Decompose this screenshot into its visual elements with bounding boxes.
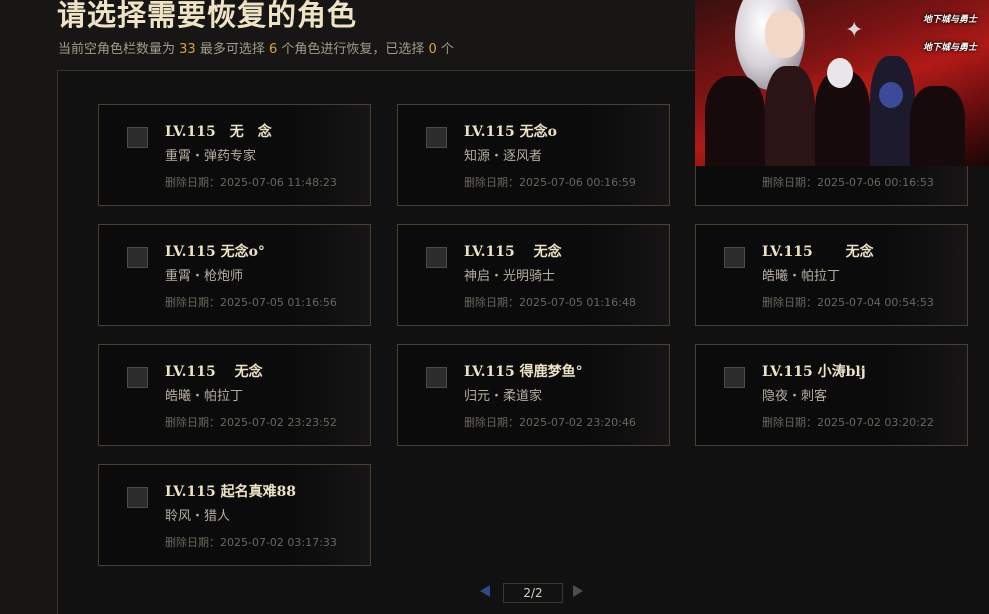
banner-figure <box>765 66 815 166</box>
character-card[interactable]: LV.115 起名真难88 聆风・猎人 删除日期：2025-07-02 03:1… <box>98 464 371 566</box>
select-checkbox[interactable] <box>426 247 447 268</box>
select-checkbox[interactable] <box>127 367 148 388</box>
character-name: LV.115 无 念 <box>165 124 272 140</box>
character-job: 重霄・枪炮师 <box>165 269 244 284</box>
summary-mid-2: 个角色进行恢复，已选择 <box>277 42 429 57</box>
character-job: 皓曦・帕拉丁 <box>762 269 841 284</box>
character-name: LV.115 无念 <box>165 364 263 380</box>
character-card[interactable]: LV.115 无念o 知源・逐风者 删除日期：2025-07-06 00:16:… <box>397 104 670 206</box>
character-card[interactable]: LV.115 小涛blj 隐夜・刺客 删除日期：2025-07-02 03:20… <box>695 344 968 446</box>
character-name: LV.115 得鹿梦鱼° <box>464 364 583 380</box>
select-checkbox[interactable] <box>127 247 148 268</box>
select-checkbox[interactable] <box>724 367 745 388</box>
banner-figure <box>910 86 965 166</box>
character-card[interactable]: LV.115 无念 神启・光明骑士 删除日期：2025-07-05 01:16:… <box>397 224 670 326</box>
select-checkbox[interactable] <box>426 367 447 388</box>
character-job: 知源・逐风者 <box>464 149 543 164</box>
banner-figure-head <box>879 82 903 108</box>
character-card[interactable]: LV.115 无 念 重霄・弹药专家 删除日期：2025-07-06 11:48… <box>98 104 371 206</box>
slot-summary: 当前空角色栏数量为 33 最多可选择 6 个角色进行恢复，已选择 0 个 <box>58 38 454 57</box>
page-indicator: 2/2 <box>503 583 563 603</box>
select-checkbox[interactable] <box>426 127 447 148</box>
delete-date: 删除日期：2025-07-05 01:16:48 <box>464 296 636 309</box>
delete-date: 删除日期：2025-07-06 00:16:53 <box>762 176 934 189</box>
character-job: 隐夜・刺客 <box>762 389 828 404</box>
delete-date: 删除日期：2025-07-02 23:23:52 <box>165 416 337 429</box>
select-checkbox[interactable] <box>127 127 148 148</box>
arrow-right-icon[interactable] <box>573 585 583 597</box>
delete-date: 删除日期：2025-07-04 00:54:53 <box>762 296 934 309</box>
character-name: LV.115 无念o° <box>165 244 265 260</box>
delete-date: 删除日期：2025-07-02 03:17:33 <box>165 536 337 549</box>
banner-character-face <box>765 10 803 58</box>
banner-figure <box>705 76 765 166</box>
selected-count: 0 <box>428 42 437 57</box>
character-job: 归元・柔道家 <box>464 389 543 404</box>
character-card[interactable]: LV.115 无念o° 重霄・枪炮师 删除日期：2025-07-05 01:16… <box>98 224 371 326</box>
select-checkbox[interactable] <box>724 247 745 268</box>
character-job: 皓曦・帕拉丁 <box>165 389 244 404</box>
summary-suffix: 个 <box>436 42 454 57</box>
delete-date: 删除日期：2025-07-06 00:16:59 <box>464 176 636 189</box>
banner-figure-head <box>827 58 853 88</box>
delete-date: 删除日期：2025-07-02 23:20:46 <box>464 416 636 429</box>
summary-mid-1: 最多可选择 <box>195 42 269 57</box>
arrow-left-icon[interactable] <box>480 585 490 597</box>
character-name: LV.115 起名真难88 <box>165 484 297 500</box>
delete-date: 删除日期：2025-07-05 01:16:56 <box>165 296 337 309</box>
character-card[interactable]: LV.115 无念 皓曦・帕拉丁 删除日期：2025-07-04 00:54:5… <box>695 224 968 326</box>
character-card[interactable]: LV.115 得鹿梦鱼° 归元・柔道家 删除日期：2025-07-02 23:2… <box>397 344 670 446</box>
max-select-count: 6 <box>268 42 278 57</box>
character-name: LV.115 小涛blj <box>762 364 866 380</box>
character-job: 神启・光明骑士 <box>464 269 556 284</box>
game-logo: 地下城与勇士 <box>922 15 977 25</box>
page-title: 请选择需要恢复的角色 <box>57 0 358 32</box>
character-name: LV.115 无念o <box>464 124 557 140</box>
game-logo: 地下城与勇士 <box>922 43 977 53</box>
character-job: 重霄・弹药专家 <box>165 149 257 164</box>
game-banner-image: ✦ 地下城与勇士 地下城与勇士 <box>695 0 989 166</box>
delete-date: 删除日期：2025-07-02 03:20:22 <box>762 416 934 429</box>
character-name: LV.115 无念 <box>464 244 562 260</box>
select-checkbox[interactable] <box>127 487 148 508</box>
character-job: 聆风・猎人 <box>165 509 231 524</box>
empty-slot-count: 33 <box>179 42 196 57</box>
bird-icon: ✦ <box>845 18 864 43</box>
character-card[interactable]: LV.115 无念 皓曦・帕拉丁 删除日期：2025-07-02 23:23:5… <box>98 344 371 446</box>
delete-date: 删除日期：2025-07-06 11:48:23 <box>165 176 337 189</box>
banner-figure <box>870 56 915 166</box>
summary-prefix: 当前空角色栏数量为 <box>58 42 180 57</box>
character-name: LV.115 无念 <box>762 244 874 260</box>
